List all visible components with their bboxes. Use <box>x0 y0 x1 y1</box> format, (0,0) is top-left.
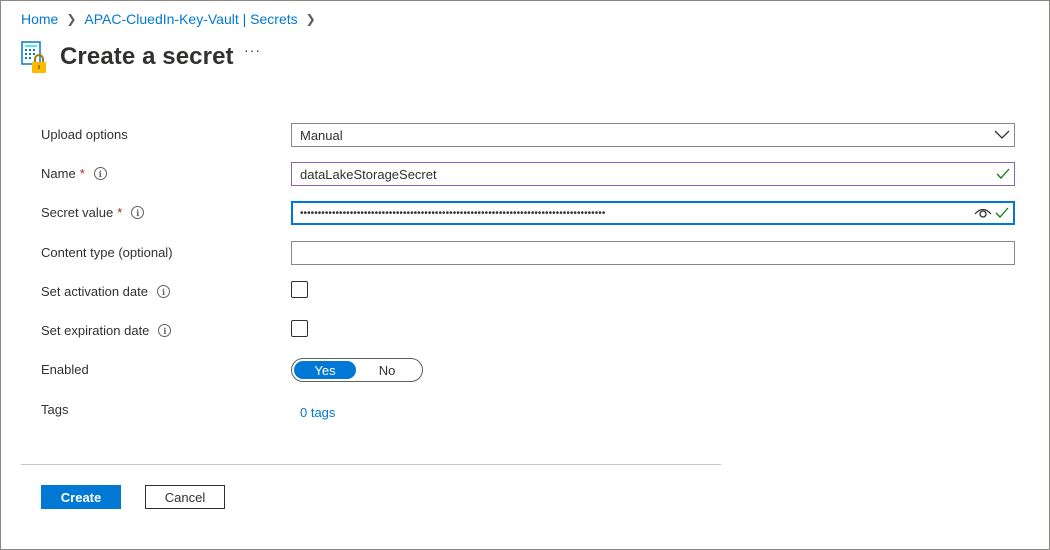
expiration-date-label-text: Set expiration date <box>41 323 150 338</box>
required-marker: * <box>117 205 123 220</box>
checkmark-icon <box>995 207 1009 219</box>
enabled-label: Enabled <box>41 362 89 377</box>
cancel-button[interactable]: Cancel <box>145 485 225 509</box>
more-options-button[interactable]: ··· <box>244 42 261 58</box>
breadcrumb: Home ❯ APAC-CluedIn-Key-Vault | Secrets … <box>21 11 324 27</box>
upload-options-label: Upload options <box>41 127 128 142</box>
chevron-down-icon <box>994 124 1010 146</box>
info-icon[interactable]: i <box>93 167 107 180</box>
chevron-right-icon: ❯ <box>66 12 77 26</box>
secret-value-label-text: Secret value <box>41 205 114 220</box>
info-icon[interactable]: i <box>156 285 170 298</box>
name-input-value: dataLakeStorageSecret <box>300 166 437 182</box>
upload-options-dropdown[interactable]: Manual <box>291 123 1015 147</box>
content-type-input[interactable] <box>291 241 1015 265</box>
enabled-label-text: Enabled <box>41 362 89 377</box>
tags-label-text: Tags <box>41 402 69 417</box>
enabled-toggle[interactable]: Yes No <box>291 358 423 382</box>
expiration-date-label: Set expiration date i <box>41 323 172 338</box>
window-frame <box>0 0 1050 550</box>
create-button[interactable]: Create <box>41 485 121 509</box>
expiration-date-checkbox[interactable] <box>291 320 308 337</box>
checkmark-icon <box>996 163 1010 185</box>
enabled-no-option[interactable]: No <box>356 361 418 379</box>
secret-value-input[interactable]: ••••••••••••••••••••••••••••••••••••••••… <box>291 201 1015 225</box>
eye-icon[interactable] <box>974 207 992 219</box>
title-row: Create a secret <box>21 40 234 74</box>
info-icon[interactable]: i <box>131 206 145 219</box>
upload-options-label-text: Upload options <box>41 127 128 142</box>
name-input[interactable]: dataLakeStorageSecret <box>291 162 1015 186</box>
content-type-label: Content type (optional) <box>41 245 173 260</box>
required-marker: * <box>79 166 85 181</box>
activation-date-checkbox[interactable] <box>291 281 308 298</box>
secret-value-label: Secret value * i <box>41 205 145 220</box>
upload-options-value: Manual <box>300 127 343 143</box>
secret-value-icons <box>974 203 1009 223</box>
name-label-text: Name <box>41 166 76 181</box>
footer-divider <box>21 464 721 465</box>
chevron-right-icon: ❯ <box>305 12 316 26</box>
breadcrumb-home-link[interactable]: Home <box>21 11 58 27</box>
tags-link[interactable]: 0 tags <box>300 405 335 420</box>
name-label: Name * i <box>41 166 107 181</box>
tags-label: Tags <box>41 402 68 417</box>
info-icon[interactable]: i <box>158 324 172 337</box>
activation-date-label: Set activation date i <box>41 284 170 299</box>
enabled-yes-option[interactable]: Yes <box>294 361 356 379</box>
content-type-label-text: Content type (optional) <box>41 245 173 260</box>
breadcrumb-vault-link[interactable]: APAC-CluedIn-Key-Vault | Secrets <box>84 11 297 27</box>
key-vault-secret-icon <box>21 40 49 74</box>
page-title: Create a secret <box>60 43 234 70</box>
secret-value-masked: ••••••••••••••••••••••••••••••••••••••••… <box>300 207 606 219</box>
activation-date-label-text: Set activation date <box>41 284 148 299</box>
